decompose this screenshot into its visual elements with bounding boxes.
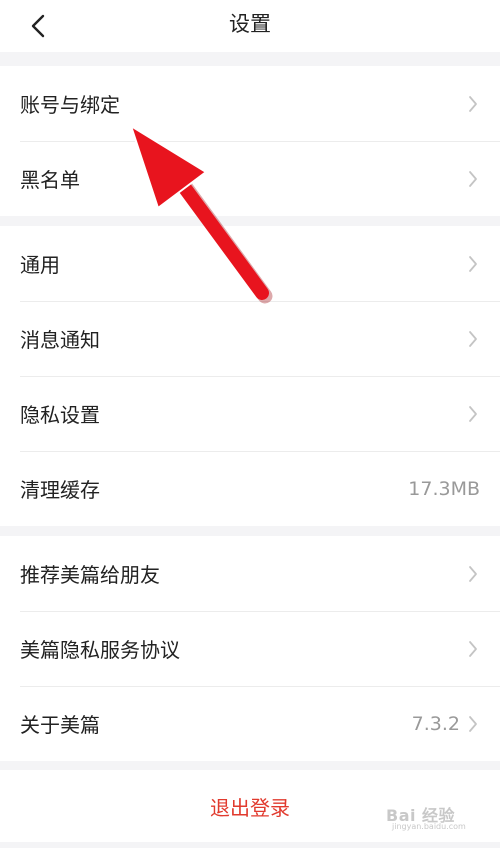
page-title: 设置 [229,12,271,36]
settings-item-label: 关于美篇 [20,713,100,737]
settings-item-label: 隐私设置 [20,403,100,427]
chevron-right-icon [466,404,480,424]
chevron-right-icon [466,169,480,189]
settings-item-general[interactable]: 通用 [0,226,500,301]
settings-group-account: 账号与绑定 黑名单 [0,66,500,216]
back-button[interactable] [22,10,54,42]
settings-item-label: 通用 [20,253,60,277]
settings-item-label: 黑名单 [20,168,80,192]
settings-item-notifications[interactable]: 消息通知 [0,301,500,376]
chevron-left-icon [31,14,45,38]
settings-group-about: 推荐美篇给朋友 美篇隐私服务协议 关于美篇 7.3.2 [0,536,500,761]
settings-item-label: 账号与绑定 [20,93,120,117]
logout-group: 退出登录 [0,770,500,842]
settings-screen: 设置 账号与绑定 黑名单 通用 消息通知 隐私设置 清理缓存 17.3MB 推荐… [0,0,500,848]
nav-bar: 设置 [0,0,500,52]
settings-group-general: 通用 消息通知 隐私设置 清理缓存 17.3MB [0,226,500,526]
chevron-right-icon [466,254,480,274]
logout-button[interactable]: 退出登录 [0,770,500,842]
app-version-value: 7.3.2 [411,712,460,735]
settings-item-account-binding[interactable]: 账号与绑定 [0,66,500,141]
settings-item-label: 清理缓存 [20,478,100,502]
settings-item-about[interactable]: 关于美篇 7.3.2 [0,686,500,761]
cache-size-value: 17.3MB [408,477,480,500]
settings-item-label: 推荐美篇给朋友 [20,563,160,587]
settings-item-privacy-agreement[interactable]: 美篇隐私服务协议 [0,611,500,686]
settings-item-clear-cache[interactable]: 清理缓存 17.3MB [0,451,500,526]
chevron-right-icon [466,639,480,659]
settings-item-recommend[interactable]: 推荐美篇给朋友 [0,536,500,611]
chevron-right-icon [466,564,480,584]
settings-item-privacy[interactable]: 隐私设置 [0,376,500,451]
settings-item-blacklist[interactable]: 黑名单 [0,141,500,216]
settings-item-label: 美篇隐私服务协议 [20,638,180,662]
settings-item-label: 消息通知 [20,328,100,352]
chevron-right-icon [466,714,480,734]
chevron-right-icon [466,94,480,114]
chevron-right-icon [466,329,480,349]
